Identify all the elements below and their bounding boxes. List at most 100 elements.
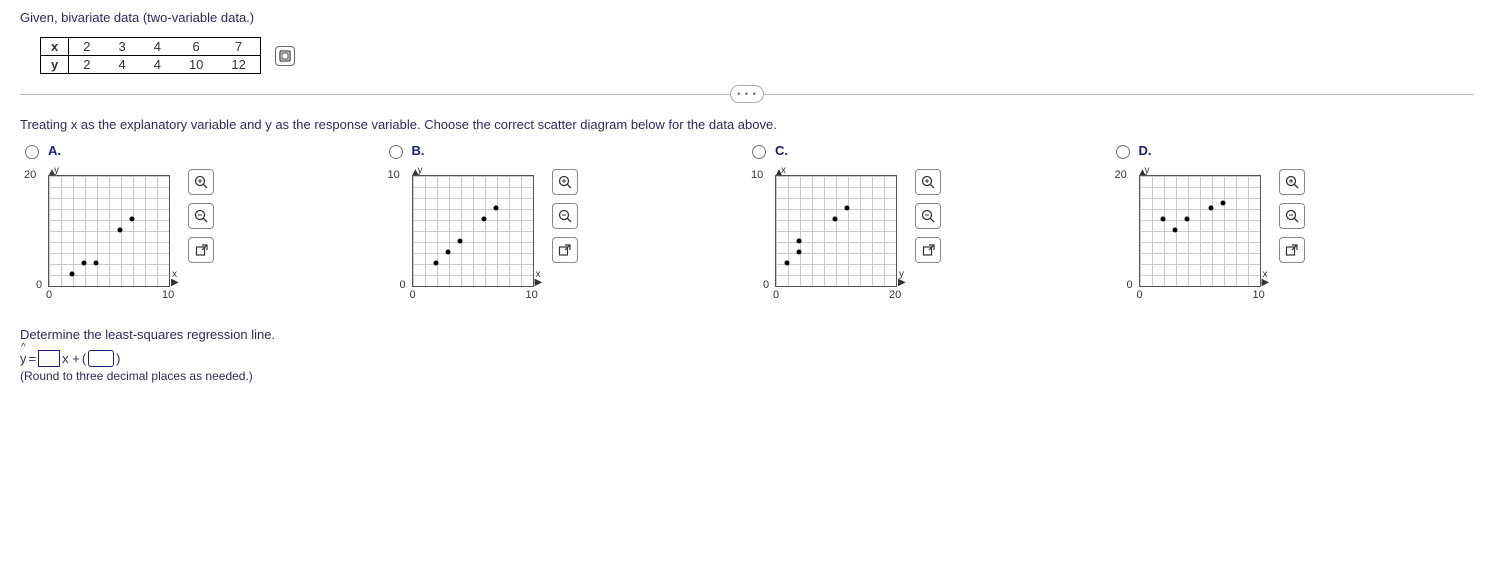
option-A-letter: A. bbox=[48, 143, 61, 158]
y-hat-symbol: y bbox=[20, 351, 27, 366]
data-point bbox=[481, 217, 486, 222]
equals-sign: = bbox=[29, 351, 37, 366]
x-max-label: 10 bbox=[526, 289, 538, 301]
y-max-label: 10 bbox=[751, 169, 763, 181]
zoom-in-icon[interactable] bbox=[552, 169, 578, 195]
slope-input[interactable] bbox=[38, 350, 60, 367]
option-C-label[interactable]: C. bbox=[747, 142, 941, 159]
cell: 12 bbox=[217, 56, 259, 74]
data-table: x 2 3 4 6 7 y 2 4 4 10 12 bbox=[40, 37, 261, 74]
x-max-label: 10 bbox=[1253, 289, 1265, 301]
y-arrow-icon: ▲ bbox=[411, 167, 421, 178]
collapse-toggle-button[interactable]: • • • bbox=[730, 85, 764, 103]
x-min-label: 0 bbox=[46, 289, 52, 301]
zoom-out-icon[interactable] bbox=[915, 203, 941, 229]
y-arrow-icon: ▲ bbox=[774, 167, 784, 178]
table-popout-icon[interactable] bbox=[275, 46, 295, 66]
option-D-letter: D. bbox=[1139, 143, 1152, 158]
cell: 10 bbox=[175, 56, 217, 74]
zoom-out-icon[interactable] bbox=[1279, 203, 1305, 229]
zoom-in-icon[interactable] bbox=[1279, 169, 1305, 195]
cell: 6 bbox=[175, 38, 217, 56]
option-D-label[interactable]: D. bbox=[1111, 142, 1305, 159]
popout-icon[interactable] bbox=[915, 237, 941, 263]
option-C-radio[interactable] bbox=[752, 145, 766, 159]
cell: 7 bbox=[217, 38, 259, 56]
y-min-label: 0 bbox=[763, 279, 769, 291]
cell: 3 bbox=[104, 38, 139, 56]
data-point bbox=[118, 228, 123, 233]
x-arrow-icon: ▶ bbox=[1262, 277, 1270, 288]
data-point bbox=[1220, 200, 1225, 205]
option-A-chart: y x 20 0 0 10 ▲ ▶ bbox=[20, 169, 180, 309]
x-max-label: 20 bbox=[889, 289, 901, 301]
option-A-label[interactable]: A. bbox=[20, 142, 214, 159]
option-C-letter: C. bbox=[775, 143, 788, 158]
y-min-label: 0 bbox=[400, 279, 406, 291]
data-point bbox=[130, 217, 135, 222]
subquestion-text: Determine the least-squares regression l… bbox=[20, 327, 1474, 342]
data-point bbox=[94, 261, 99, 266]
x-min-label: 0 bbox=[1137, 289, 1143, 301]
option-A-radio[interactable] bbox=[25, 145, 39, 159]
popout-icon[interactable] bbox=[188, 237, 214, 263]
option-C-chart: x y 10 0 0 20 ▲ ▶ bbox=[747, 169, 907, 309]
data-point bbox=[82, 261, 87, 266]
data-point bbox=[433, 261, 438, 266]
x-min-label: 0 bbox=[773, 289, 779, 301]
data-point bbox=[797, 239, 802, 244]
rounding-hint: (Round to three decimal places as needed… bbox=[20, 369, 1474, 383]
x-arrow-icon: ▶ bbox=[171, 277, 179, 288]
data-point bbox=[457, 239, 462, 244]
data-point bbox=[445, 250, 450, 255]
zoom-out-icon[interactable] bbox=[552, 203, 578, 229]
intro-text: Given, bivariate data (two-variable data… bbox=[20, 10, 1474, 25]
option-B-letter: B. bbox=[412, 143, 425, 158]
y-max-label: 20 bbox=[1115, 169, 1127, 181]
cell: 4 bbox=[140, 38, 175, 56]
x-arrow-icon: ▶ bbox=[535, 277, 543, 288]
y-max-label: 10 bbox=[388, 169, 400, 181]
option-B-radio[interactable] bbox=[389, 145, 403, 159]
data-point bbox=[785, 261, 790, 266]
data-point bbox=[1160, 217, 1165, 222]
popout-icon[interactable] bbox=[1279, 237, 1305, 263]
zoom-in-icon[interactable] bbox=[915, 169, 941, 195]
y-min-label: 0 bbox=[36, 279, 42, 291]
data-point bbox=[797, 250, 802, 255]
cell: 2 bbox=[69, 38, 105, 56]
data-point bbox=[833, 217, 838, 222]
x-max-label: 10 bbox=[162, 289, 174, 301]
option-B-label[interactable]: B. bbox=[384, 142, 578, 159]
cell: 4 bbox=[104, 56, 139, 74]
x-arrow-icon: ▶ bbox=[898, 277, 906, 288]
data-point bbox=[1208, 206, 1213, 211]
y-arrow-icon: ▲ bbox=[1138, 167, 1148, 178]
zoom-out-icon[interactable] bbox=[188, 203, 214, 229]
x-plus: x + bbox=[62, 351, 80, 366]
options-row: A. y x 20 0 0 10 ▲ ▶ bbox=[20, 142, 1474, 309]
option-D-radio[interactable] bbox=[1116, 145, 1130, 159]
open-paren: ( bbox=[82, 351, 86, 366]
cell: 2 bbox=[69, 56, 105, 74]
popout-icon[interactable] bbox=[552, 237, 578, 263]
y-max-label: 20 bbox=[24, 169, 36, 181]
data-point bbox=[845, 206, 850, 211]
data-point bbox=[70, 272, 75, 277]
x-min-label: 0 bbox=[410, 289, 416, 301]
close-paren: ) bbox=[116, 351, 120, 366]
question-text: Treating x as the explanatory variable a… bbox=[20, 117, 1474, 132]
row-label-y: y bbox=[41, 56, 69, 74]
row-label-x: x bbox=[41, 38, 69, 56]
option-D-chart: y x 20 0 0 10 ▲ ▶ bbox=[1111, 169, 1271, 309]
option-B-chart: y x 10 0 0 10 ▲ ▶ bbox=[384, 169, 544, 309]
data-point bbox=[1172, 228, 1177, 233]
cell: 4 bbox=[140, 56, 175, 74]
y-min-label: 0 bbox=[1127, 279, 1133, 291]
regression-equation: y = x + ( ) bbox=[20, 350, 1474, 367]
y-arrow-icon: ▲ bbox=[47, 167, 57, 178]
zoom-in-icon[interactable] bbox=[188, 169, 214, 195]
intercept-input[interactable] bbox=[88, 350, 114, 367]
data-point bbox=[493, 206, 498, 211]
data-point bbox=[1184, 217, 1189, 222]
